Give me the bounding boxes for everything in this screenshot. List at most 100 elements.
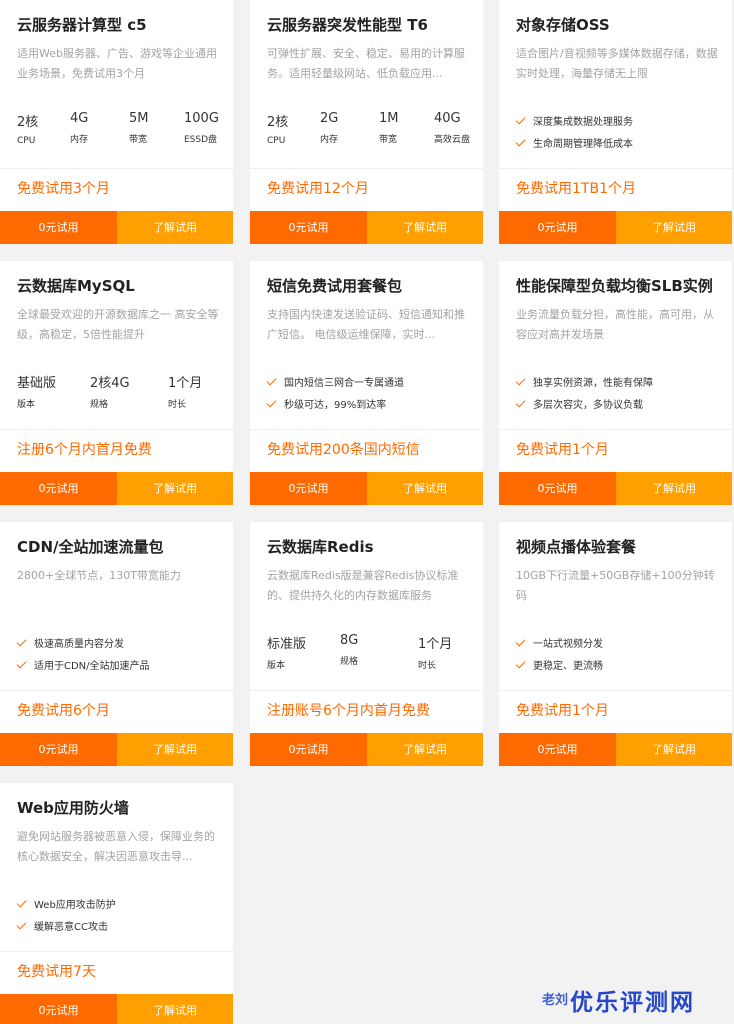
free-trial-button[interactable]: 0元试用 bbox=[250, 472, 367, 505]
product-title: 对象存储OSS bbox=[516, 16, 610, 34]
product-title: 云服务器计算型 c5 bbox=[17, 16, 147, 34]
learn-trial-button[interactable]: 了解试用 bbox=[616, 733, 732, 766]
feature-text: 生命周期管理降低成本 bbox=[533, 139, 633, 150]
spec-item: 2核 CPU bbox=[17, 111, 38, 146]
product-card: 短信免费试用套餐包支持国内快速发送验证码、短信通知和推广短信。 电信级运维保障，… bbox=[250, 261, 483, 505]
watermark-big-text: 优乐评测网 bbox=[570, 990, 696, 1016]
offer-text: 免费试用1个月 bbox=[516, 442, 609, 458]
free-trial-button[interactable]: 0元试用 bbox=[0, 994, 117, 1024]
spec-item: 40G 高效云盘 bbox=[434, 111, 470, 145]
card-actions: 0元试用 了解试用 bbox=[250, 211, 483, 244]
spec-value: 1M bbox=[379, 111, 399, 126]
product-title: 视频点播体验套餐 bbox=[516, 538, 637, 556]
spec-value: 2核4G bbox=[90, 376, 130, 391]
spec-value: 4G bbox=[70, 111, 89, 126]
card-divider bbox=[499, 690, 732, 691]
check-icon bbox=[16, 636, 27, 647]
product-title: 云服务器突发性能型 T6 bbox=[267, 16, 428, 34]
product-card: Web应用防火墙 避免网站服务器被恶意入侵，保障业务的核心数据安全，解决因恶意攻击… bbox=[0, 783, 233, 1024]
product-card: 云数据库Redis 云数据库Redis版是兼容Redis协议标准的、提供持久化的内… bbox=[250, 522, 483, 766]
learn-trial-button[interactable]: 了解试用 bbox=[367, 211, 483, 244]
product-card: 云数据库MySQL 全球最受欢迎的开源数据库之一 高安全等级，高稳定，5倍性能提升… bbox=[0, 261, 233, 505]
feature-list: 国内短信三网合一专属通道 秒级可达，99%到达率 bbox=[266, 375, 477, 421]
spec-row: 2核 CPU 4G 内存 5M 带宽 100G ESSD盘 bbox=[17, 111, 227, 153]
learn-trial-button[interactable]: 了解试用 bbox=[117, 211, 233, 244]
card-actions: 0元试用 了解试用 bbox=[0, 211, 233, 244]
spec-value: 2核 bbox=[17, 115, 39, 130]
learn-trial-button[interactable]: 了解试用 bbox=[367, 733, 483, 766]
free-trial-button[interactable]: 0元试用 bbox=[0, 211, 117, 244]
card-actions: 0元试用 了解试用 bbox=[0, 733, 233, 766]
free-trial-button[interactable]: 0元试用 bbox=[0, 472, 117, 505]
check-icon bbox=[16, 658, 27, 669]
product-description: 业务流量负载分担，高性能，高可用，从容应对高并发场景 bbox=[516, 308, 714, 341]
feature-list: 一站式视频分发 更稳定、更流畅 bbox=[515, 636, 726, 682]
card-divider bbox=[250, 690, 483, 691]
product-description: 支持国内快速发送验证码、短信通知和推广短信。 电信级运维保障，实时... bbox=[267, 308, 465, 341]
spec-label: 规格 bbox=[90, 400, 109, 410]
spec-label: 高效云盘 bbox=[434, 135, 471, 145]
card-divider bbox=[0, 168, 233, 169]
spec-item: 2核4G 规格 bbox=[90, 372, 130, 410]
feature-text: 国内短信三网合一专属通道 bbox=[284, 378, 404, 389]
card-divider bbox=[0, 951, 233, 952]
spec-value: 2核 bbox=[267, 115, 289, 130]
feature-text: Web应用攻击防护 bbox=[34, 900, 116, 911]
feature-item: 一站式视频分发 bbox=[515, 636, 726, 660]
feature-list: 极速高质量内容分发 适用于CDN/全站加速产品 bbox=[16, 636, 227, 682]
free-trial-button[interactable]: 0元试用 bbox=[499, 211, 616, 244]
check-icon bbox=[266, 375, 277, 386]
learn-trial-button[interactable]: 了解试用 bbox=[367, 472, 483, 505]
learn-trial-button[interactable]: 了解试用 bbox=[616, 472, 732, 505]
free-trial-button[interactable]: 0元试用 bbox=[250, 733, 367, 766]
product-title: 短信免费试用套餐包 bbox=[267, 277, 403, 295]
offer-text: 免费试用1个月 bbox=[516, 703, 609, 719]
spec-label: 规格 bbox=[340, 657, 359, 667]
check-icon bbox=[515, 136, 526, 147]
feature-text: 秒级可达，99%到达率 bbox=[284, 400, 387, 411]
feature-item: 深度集成数据处理服务 bbox=[515, 114, 726, 138]
spec-item: 2核 CPU bbox=[267, 111, 288, 146]
card-divider bbox=[499, 168, 732, 169]
spec-row: 基础版 版本 2核4G 规格 1个月 时长 bbox=[17, 372, 227, 414]
product-title: 云数据库Redis bbox=[267, 538, 374, 556]
free-trial-button[interactable]: 0元试用 bbox=[499, 472, 616, 505]
feature-text: 一站式视频分发 bbox=[533, 639, 603, 650]
product-title: CDN/全站加速流量包 bbox=[17, 538, 164, 556]
feature-item: 多层次容灾，多协议负载 bbox=[515, 397, 726, 421]
feature-text: 多层次容灾，多协议负载 bbox=[533, 400, 643, 411]
spec-item: 8G 规格 bbox=[340, 633, 358, 667]
check-icon bbox=[266, 397, 277, 408]
learn-trial-button[interactable]: 了解试用 bbox=[117, 472, 233, 505]
product-description: 云数据库Redis版是兼容Redis协议标准的、提供持久化的内存数据库服务 bbox=[267, 569, 459, 602]
card-divider bbox=[250, 429, 483, 430]
product-title: Web应用防火墙 bbox=[17, 799, 129, 817]
product-description: 适合图片/音视频等多媒体数据存储，数据实时处理，海量存储无上限 bbox=[516, 47, 718, 80]
feature-list: Web应用攻击防护 缓解恶意CC攻击 bbox=[16, 897, 227, 943]
feature-item: 适用于CDN/全站加速产品 bbox=[16, 658, 227, 682]
spec-value: 2G bbox=[320, 111, 339, 126]
product-card: 对象存储OSS 适合图片/音视频等多媒体数据存储，数据实时处理，海量存储无上限深度… bbox=[499, 0, 732, 244]
spec-label: 时长 bbox=[168, 400, 187, 410]
product-title: 性能保障型负载均衡SLB实例 bbox=[516, 277, 713, 295]
learn-trial-button[interactable]: 了解试用 bbox=[117, 733, 233, 766]
offer-text: 免费试用1TB1个月 bbox=[516, 181, 636, 197]
spec-label: 时长 bbox=[418, 661, 437, 671]
product-description: 全球最受欢迎的开源数据库之一 高安全等级，高稳定，5倍性能提升 bbox=[17, 308, 219, 341]
learn-trial-button[interactable]: 了解试用 bbox=[616, 211, 732, 244]
spec-item: 1M 带宽 bbox=[379, 111, 399, 145]
feature-list: 独享实例资源，性能有保障 多层次容灾，多协议负载 bbox=[515, 375, 726, 421]
check-icon bbox=[515, 397, 526, 408]
offer-text: 免费试用6个月 bbox=[17, 703, 110, 719]
free-trial-button[interactable]: 0元试用 bbox=[499, 733, 616, 766]
spec-label: 内存 bbox=[70, 135, 89, 145]
offer-text: 注册账号6个月内首月免费 bbox=[267, 703, 430, 719]
offer-text: 免费试用200条国内短信 bbox=[267, 442, 420, 458]
learn-trial-button[interactable]: 了解试用 bbox=[117, 994, 233, 1024]
spec-row: 2核 CPU 2G 内存 1M 带宽 40G 高效云盘 bbox=[267, 111, 477, 153]
spec-value: 标准版 bbox=[267, 637, 307, 652]
free-trial-button[interactable]: 0元试用 bbox=[250, 211, 367, 244]
product-description: 2800+全球节点，130T带宽能力 bbox=[17, 569, 181, 582]
free-trial-button[interactable]: 0元试用 bbox=[0, 733, 117, 766]
spec-item: 4G 内存 bbox=[70, 111, 88, 145]
